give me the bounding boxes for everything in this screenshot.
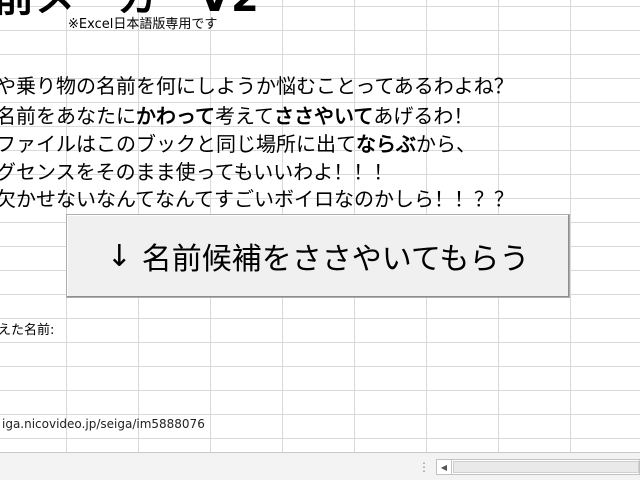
scroll-left-icon[interactable]: ◀ xyxy=(437,460,452,474)
name-label: えた名前: xyxy=(0,323,55,338)
line-2-part-e: あげるわ！ xyxy=(373,104,474,128)
horizontal-scrollbar[interactable]: ◀ xyxy=(436,459,640,475)
line-2-part-c: 考えて xyxy=(215,104,274,128)
line-2-bold-a: かわって xyxy=(136,104,215,128)
line-3-bold: ならぶ xyxy=(356,132,416,156)
scroll-thumb[interactable] xyxy=(453,461,639,473)
split-handle-icon[interactable]: ⋮ xyxy=(418,460,430,474)
line-2-part-a: 名前をあなたに xyxy=(0,104,136,128)
sheet-status-bar: ⋮ ◀ xyxy=(0,452,640,480)
line-3-part-a: ファイルはこのブックと同じ場所に出て xyxy=(0,132,356,156)
source-url[interactable]: iga.nicovideo.jp/seiga/im5888076 xyxy=(2,415,205,433)
description-line-5: 欠かせないなんてなんてすごいボイロなのかしら！！？？ xyxy=(0,187,514,211)
description-line-4: グセンスをそのまま使ってもいいわよ！！！ xyxy=(0,160,394,184)
down-arrow-icon: ↓ xyxy=(106,238,132,274)
description-line-3: ファイルはこのブックと同じ場所に出てならぶから、 xyxy=(0,130,476,158)
whisper-name-button-label: 名前候補をささやいてもらう xyxy=(141,242,530,277)
excel-version-note: ※Excel日本語版専用です xyxy=(68,17,218,32)
line-3-part-c: から、 xyxy=(416,132,476,156)
description-line-1: や乗り物の名前を何にしようか悩むことってあるわよね？ xyxy=(0,74,514,98)
line-2-bold-b: ささやいて xyxy=(274,104,374,128)
description-line-2: 名前をあなたにかわって考えてささやいてあげるわ！ xyxy=(0,102,473,130)
whisper-name-button[interactable]: ↓ 名前候補をささやいてもらう xyxy=(66,214,570,298)
